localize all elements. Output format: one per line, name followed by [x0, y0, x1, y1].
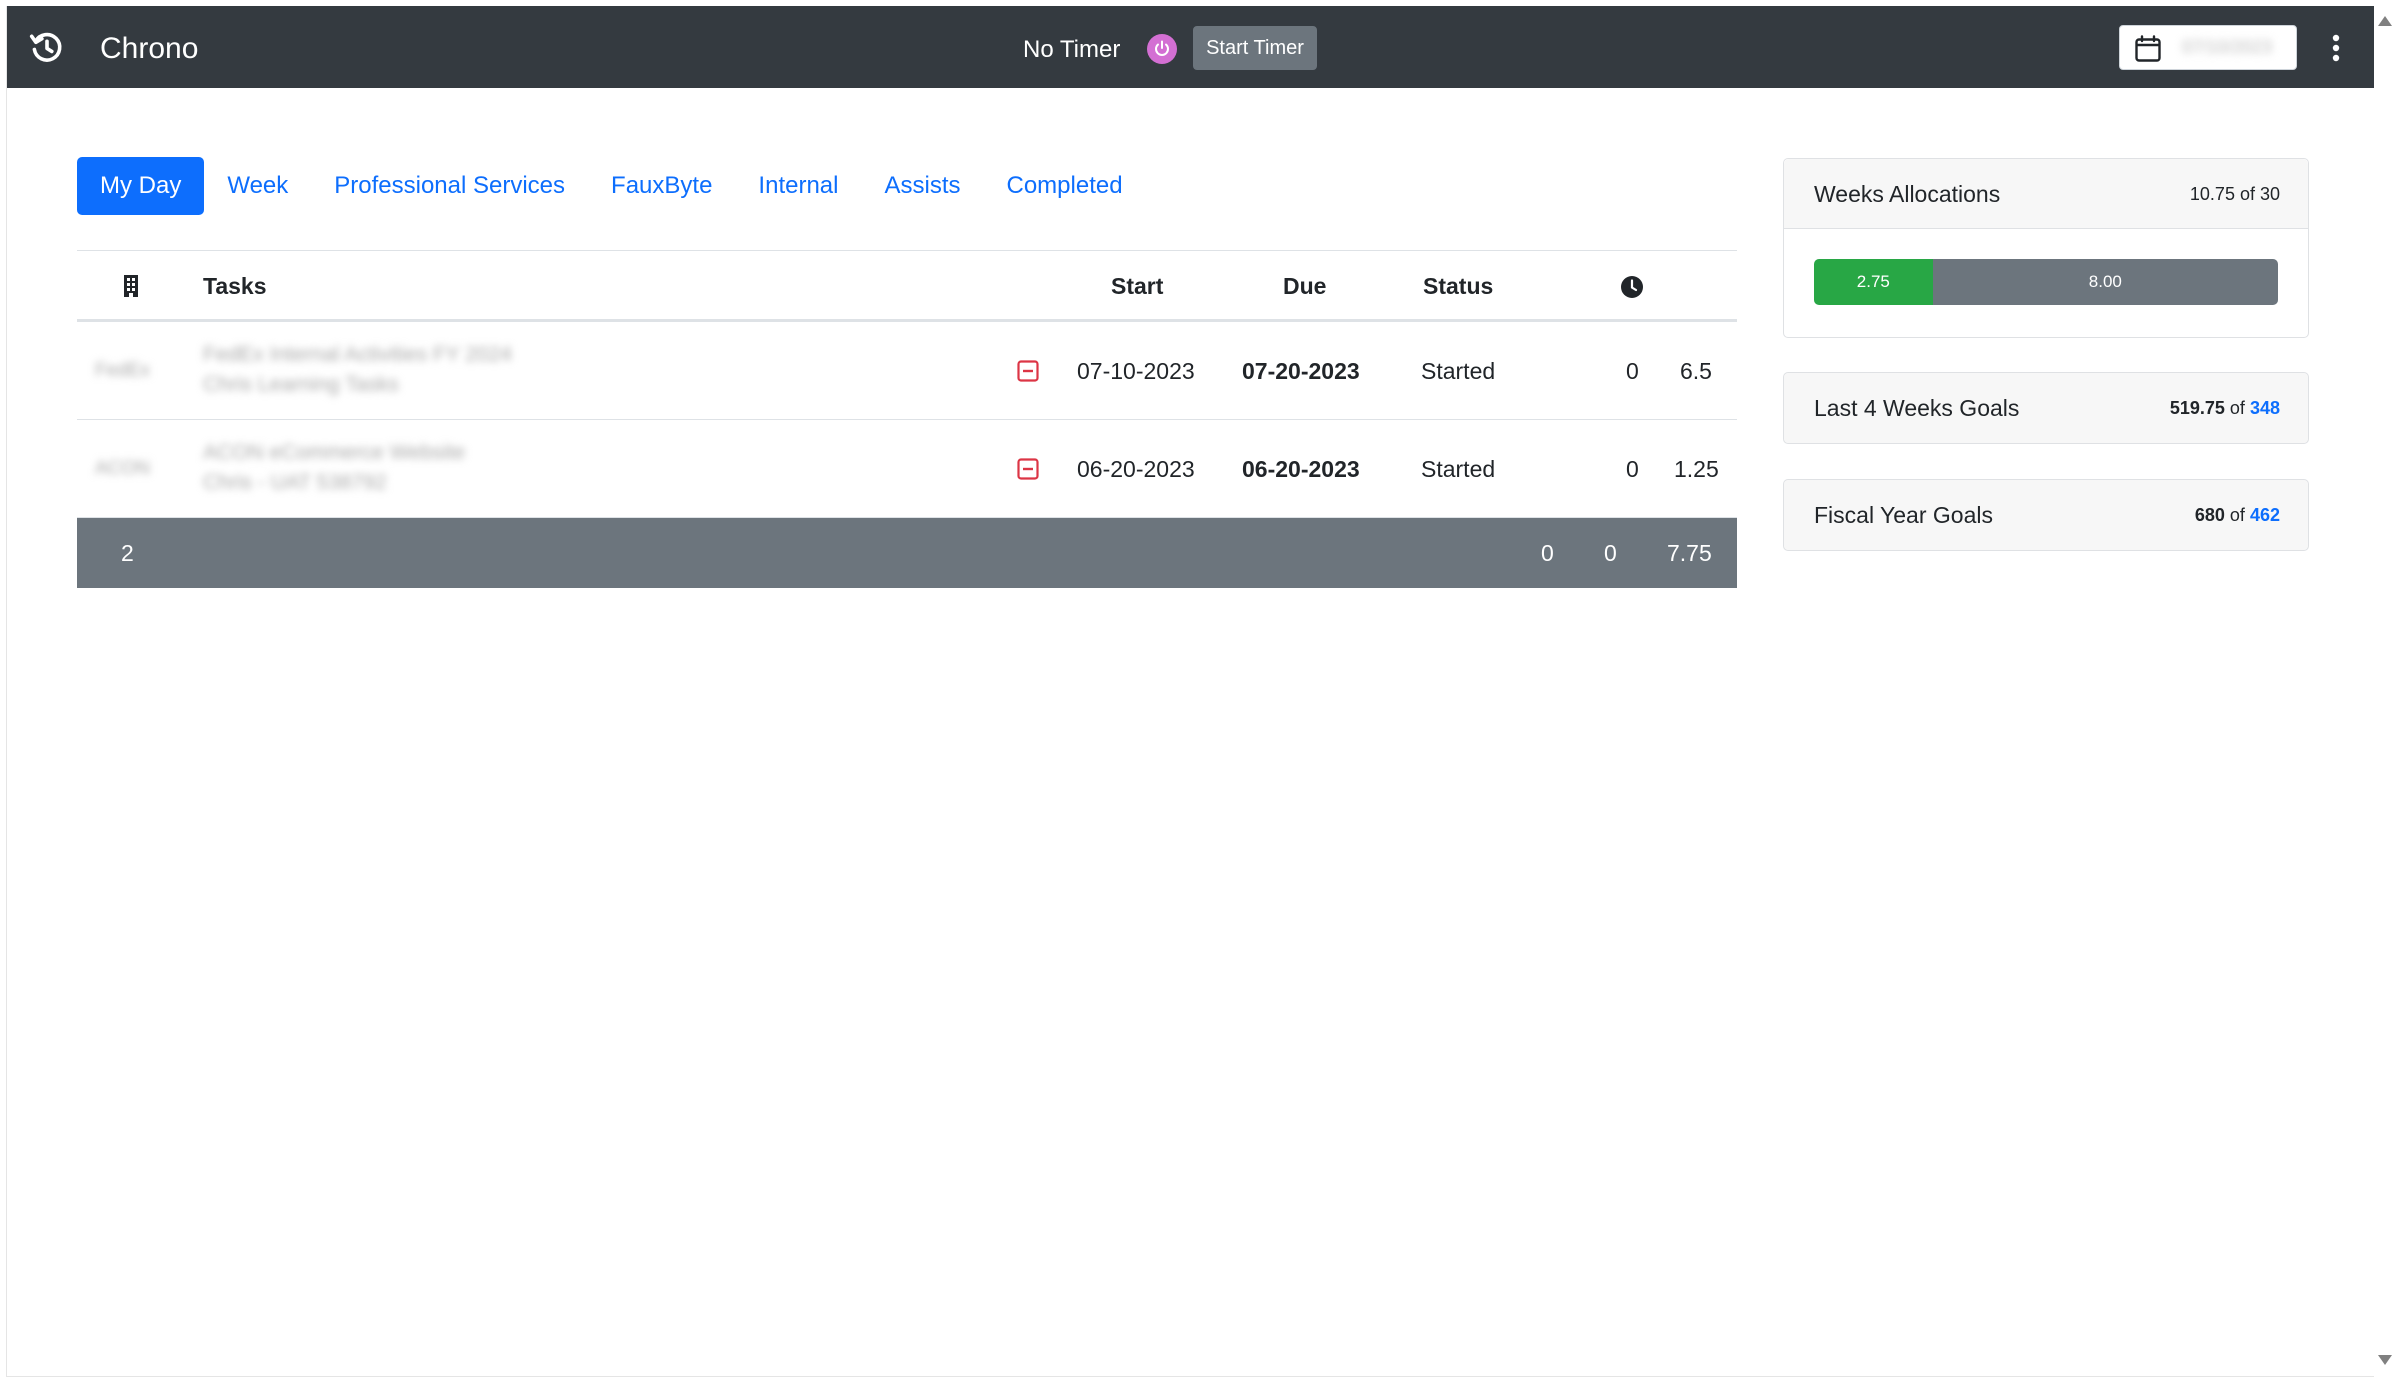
date-value: 07/10/2023 [2182, 37, 2273, 57]
top-navbar: Chrono No Timer Start Timer 07/10/2023 [7, 6, 2374, 88]
table-row[interactable]: ACON ACON eCommerce Website Chris - UAT … [77, 420, 1737, 518]
header-tasks[interactable]: Tasks [203, 251, 267, 321]
header-due[interactable]: Due [1283, 251, 1326, 321]
row-start: 06-20-2023 [1077, 456, 1195, 482]
row-status: Started [1421, 456, 1496, 482]
app-title[interactable]: Chrono [100, 31, 198, 67]
task-subtitle: Chris Learning Tasks [203, 373, 399, 396]
task-title: FedEx Internal Activities FY 2024 [203, 343, 512, 366]
fiscal-year-card[interactable]: Fiscal Year Goals 680 of 462 [1783, 479, 2309, 551]
tab-my-day[interactable]: My Day [77, 157, 205, 215]
calendar-icon [2135, 35, 2161, 62]
progress-segment-remaining: 8.00 [1932, 259, 2278, 305]
fiscal-year-title: Fiscal Year Goals [1814, 502, 1993, 528]
row-timer: 0 [1626, 358, 1639, 384]
header-status[interactable]: Status [1423, 251, 1493, 321]
tasks-table: Tasks Start Due Status FedEx FedEx Inter… [77, 250, 1737, 588]
start-timer-button[interactable]: Start Timer [1193, 26, 1317, 70]
table-header: Tasks Start Due Status [77, 250, 1737, 322]
row-start: 07-10-2023 [1077, 358, 1195, 384]
of-label: of [2229, 505, 2245, 525]
task-subtitle: Chris - UAT 538792 [203, 471, 387, 494]
last-4-weeks-goal[interactable]: 348 [2250, 398, 2280, 418]
fiscal-year-goal[interactable]: 462 [2250, 505, 2280, 525]
footer-count: 2 [121, 540, 134, 566]
row-timer: 0 [1626, 456, 1639, 482]
weeks-allocations-title: Weeks Allocations [1814, 181, 2001, 207]
row-task[interactable]: ACON eCommerce Website Chris - UAT 53879… [203, 438, 465, 498]
tab-professional-services[interactable]: Professional Services [311, 157, 588, 215]
power-button[interactable] [1147, 34, 1177, 64]
tab-internal[interactable]: Internal [735, 157, 861, 215]
row-due: 07-20-2023 [1242, 358, 1360, 384]
fiscal-year-value: 680 [2194, 505, 2225, 525]
building-icon [124, 275, 138, 297]
scroll-up-icon[interactable] [2378, 16, 2392, 26]
date-picker[interactable]: 07/10/2023 [2119, 25, 2297, 70]
footer-col-a: 0 [1541, 540, 1554, 566]
task-title: ACON eCommerce Website [203, 441, 466, 464]
tab-week[interactable]: Week [204, 157, 311, 215]
of-label: of [2229, 398, 2245, 418]
card-header: Weeks Allocations 10.75 of 30 [1784, 159, 2308, 229]
fiscal-year-summary: 680 of 462 [2195, 480, 2280, 550]
vertical-scrollbar[interactable] [2374, 6, 2394, 1377]
tab-assists[interactable]: Assists [861, 157, 983, 215]
scroll-down-icon[interactable] [2378, 1355, 2392, 1365]
last-4-weeks-card[interactable]: Last 4 Weeks Goals 519.75 of 348 [1783, 372, 2309, 444]
tab-completed[interactable]: Completed [984, 157, 1146, 215]
row-client: FedEx [95, 360, 150, 381]
footer-total: 7.75 [1667, 540, 1712, 566]
last-4-weeks-summary: 519.75 of 348 [2170, 373, 2280, 443]
table-footer: 2 0 0 7.75 [77, 518, 1737, 588]
card-header: Fiscal Year Goals 680 of 462 [1784, 480, 2308, 550]
header-start[interactable]: Start [1111, 251, 1163, 321]
table-row[interactable]: FedEx FedEx Internal Activities FY 2024 … [77, 322, 1737, 420]
row-hours: 6.5 [1680, 358, 1712, 384]
weeks-allocations-summary: 10.75 of 30 [2189, 184, 2280, 204]
tab-fauxbyte[interactable]: FauxByte [588, 157, 735, 215]
card-header: Last 4 Weeks Goals 519.75 of 348 [1784, 373, 2308, 443]
view-tabs: My Day Week Professional Services FauxBy… [77, 157, 1146, 215]
footer-col-b: 0 [1604, 540, 1617, 566]
power-icon [1155, 40, 1169, 56]
timer-status: No Timer [1023, 36, 1121, 63]
more-options-icon[interactable] [2325, 28, 2347, 68]
row-hours: 1.25 [1674, 456, 1719, 482]
remove-icon[interactable] [1017, 360, 1039, 382]
progress-segment-completed: 2.75 [1814, 259, 1933, 305]
remove-icon[interactable] [1017, 458, 1039, 480]
clock-icon [1621, 276, 1643, 298]
app-window: Chrono No Timer Start Timer 07/10/2023 M… [6, 6, 2374, 1377]
row-client: ACON [95, 458, 150, 479]
row-status: Started [1421, 358, 1496, 384]
weeks-allocations-card: Weeks Allocations 10.75 of 30 2.75 8.00 [1783, 158, 2309, 338]
last-4-weeks-title: Last 4 Weeks Goals [1814, 395, 2020, 421]
row-task[interactable]: FedEx Internal Activities FY 2024 Chris … [203, 340, 512, 400]
history-icon[interactable] [29, 30, 65, 66]
last-4-weeks-value: 519.75 [2169, 398, 2225, 418]
allocation-progress: 2.75 8.00 [1814, 259, 2278, 305]
row-due: 06-20-2023 [1242, 456, 1360, 482]
